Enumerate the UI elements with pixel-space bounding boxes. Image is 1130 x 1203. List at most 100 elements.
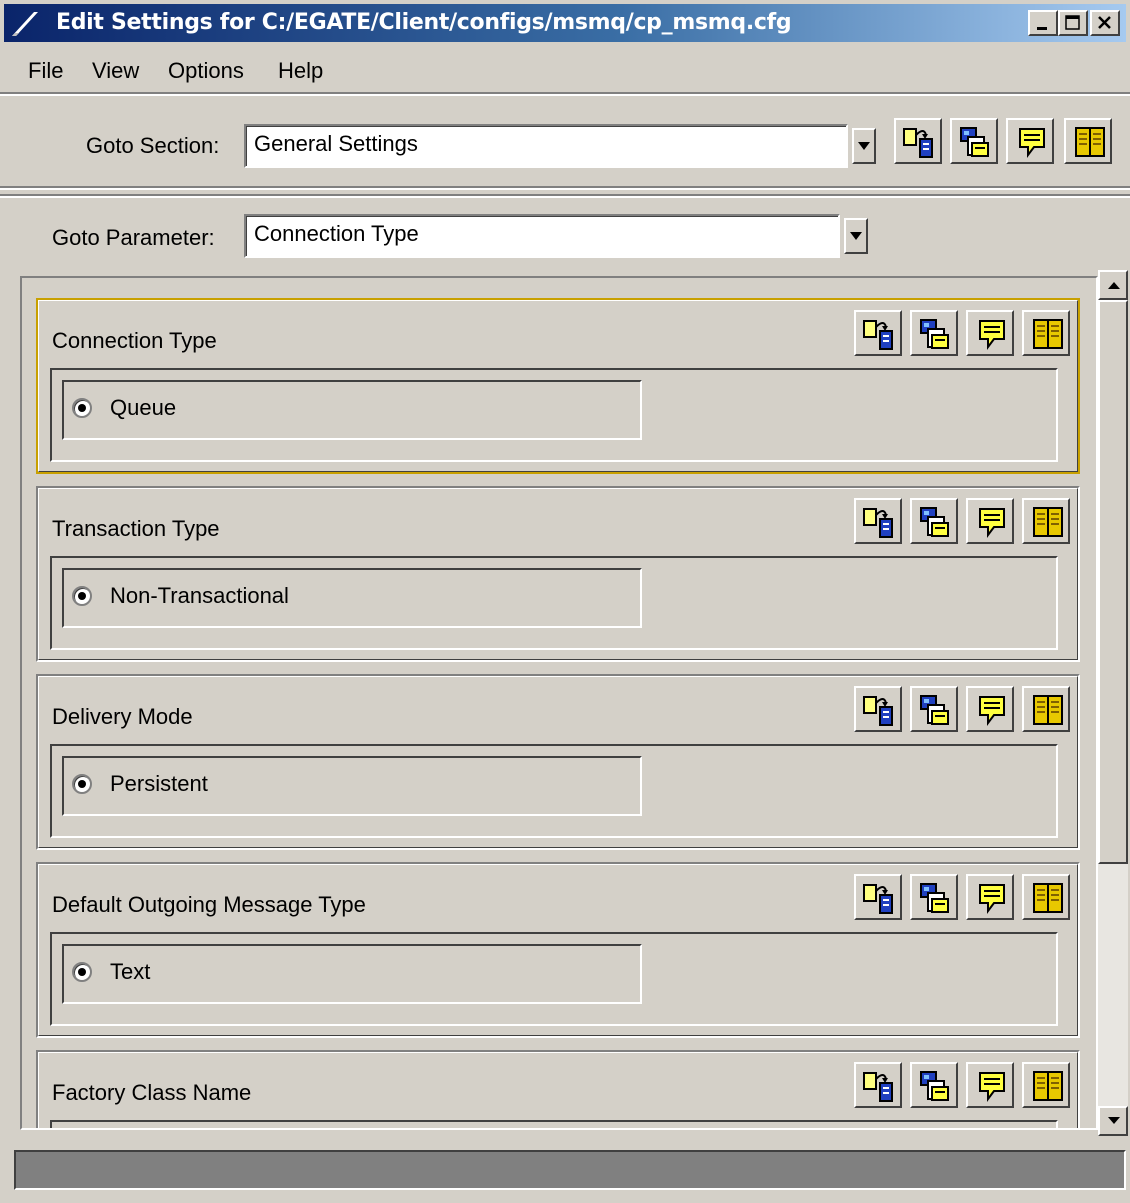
parameter-toolbar — [854, 874, 1070, 926]
close-icon — [1098, 16, 1111, 29]
maximize-icon — [1065, 15, 1080, 30]
help-book-icon — [1033, 319, 1063, 349]
menu-view[interactable]: View — [92, 58, 139, 84]
copy-default-icon — [863, 508, 893, 538]
maximize-button[interactable] — [1058, 10, 1088, 36]
help-book-icon — [1033, 695, 1063, 725]
close-button[interactable] — [1090, 10, 1120, 36]
copy-paste-button[interactable] — [910, 874, 958, 920]
goto-parameter-combo[interactable]: Connection Type — [244, 214, 840, 258]
menu-separator — [0, 92, 1130, 96]
radio-button[interactable] — [72, 398, 92, 418]
parameter-toolbar — [854, 686, 1070, 738]
copy-paste-button[interactable] — [910, 686, 958, 732]
radio-button[interactable] — [72, 586, 92, 606]
copy-default-button[interactable] — [854, 1062, 902, 1108]
menu-bar: File View Options Help — [4, 44, 1126, 90]
radio-option-label[interactable]: Queue — [110, 395, 176, 421]
toolbar-separator — [0, 186, 1130, 190]
comment-button[interactable] — [966, 686, 1014, 732]
goto-section-dropdown-button[interactable] — [852, 128, 876, 164]
radio-option-label[interactable]: Persistent — [110, 771, 208, 797]
parameter-value-group: Queue — [62, 380, 642, 440]
comment-icon — [979, 696, 1005, 726]
copy-default-icon — [863, 320, 893, 350]
help-button[interactable] — [1022, 874, 1070, 920]
radio-button[interactable] — [72, 962, 92, 982]
arrow-up-icon — [1108, 282, 1120, 289]
comment-icon — [979, 884, 1005, 914]
help-button[interactable] — [1022, 310, 1070, 356]
section-copy-paste-button[interactable] — [950, 118, 998, 164]
copy-default-icon — [863, 696, 893, 726]
parameter-title: Delivery Mode — [52, 704, 193, 729]
copy-default-button[interactable] — [854, 874, 902, 920]
copy-paste-icon — [920, 319, 949, 349]
parameter-title: Connection Type — [52, 328, 217, 353]
menu-help[interactable]: Help — [278, 58, 323, 84]
comment-button[interactable] — [966, 498, 1014, 544]
parameters-scroll-area[interactable]: Connection Type Queue Transaction Type Non-… — [20, 276, 1098, 1130]
parameter-body — [50, 1120, 1058, 1128]
copy-default-button[interactable] — [854, 498, 902, 544]
arrow-down-icon — [1108, 1117, 1120, 1124]
comment-icon — [979, 508, 1005, 538]
parameter-toolbar — [854, 498, 1070, 550]
parameter-panel: Transaction Type Non-Transactional — [36, 486, 1080, 662]
parameter-value-group: Text — [62, 944, 642, 1004]
help-button[interactable] — [1022, 498, 1070, 544]
radio-option-label[interactable]: Text — [110, 959, 150, 985]
radio-option-label[interactable]: Non-Transactional — [110, 583, 289, 609]
copy-default-icon — [863, 1072, 893, 1102]
radio-button[interactable] — [72, 774, 92, 794]
copy-default-button[interactable] — [854, 686, 902, 732]
parameter-body: Non-Transactional — [50, 556, 1058, 650]
comment-button[interactable] — [966, 874, 1014, 920]
vertical-scrollbar[interactable] — [1098, 270, 1128, 1136]
app-pen-icon — [12, 12, 38, 36]
menu-options[interactable]: Options — [168, 58, 244, 84]
goto-section-combo[interactable]: General Settings — [244, 124, 848, 168]
parameter-panel: Connection Type Queue — [36, 298, 1080, 474]
scroll-up-button[interactable] — [1098, 270, 1128, 300]
goto-parameter-label: Goto Parameter: — [52, 225, 215, 250]
copy-paste-button[interactable] — [910, 498, 958, 544]
copy-default-button[interactable] — [854, 310, 902, 356]
copy-default-icon — [863, 884, 893, 914]
copy-paste-icon — [920, 695, 949, 725]
title-bar[interactable]: Edit Settings for C:/EGATE/Client/config… — [4, 4, 1126, 42]
parameter-value-group: Persistent — [62, 756, 642, 816]
help-book-icon — [1033, 1071, 1063, 1101]
help-button[interactable] — [1022, 686, 1070, 732]
help-button[interactable] — [1022, 1062, 1070, 1108]
menu-file[interactable]: File — [28, 58, 63, 84]
comment-button[interactable] — [966, 1062, 1014, 1108]
scrollbar-thumb[interactable] — [1098, 300, 1128, 864]
radio-selected-dot — [78, 780, 86, 788]
copy-paste-icon — [920, 507, 949, 537]
copy-default-icon — [903, 128, 933, 158]
dropdown-arrow-icon — [858, 142, 870, 150]
comment-icon — [1019, 128, 1045, 158]
minimize-button[interactable] — [1028, 10, 1058, 36]
comment-icon — [979, 1072, 1005, 1102]
status-bar — [14, 1150, 1126, 1190]
section-copy-default-button[interactable] — [894, 118, 942, 164]
copy-paste-button[interactable] — [910, 310, 958, 356]
parameter-value-group: Non-Transactional — [62, 568, 642, 628]
help-book-icon — [1033, 883, 1063, 913]
radio-selected-dot — [78, 968, 86, 976]
parameter-title: Transaction Type — [52, 516, 220, 541]
copy-paste-button[interactable] — [910, 1062, 958, 1108]
parameter-body: Persistent — [50, 744, 1058, 838]
goto-parameter-dropdown-button[interactable] — [844, 218, 868, 254]
comment-button[interactable] — [966, 310, 1014, 356]
copy-paste-icon — [920, 1071, 949, 1101]
scroll-down-button[interactable] — [1098, 1106, 1128, 1136]
goto-section-value: General Settings — [254, 131, 418, 156]
help-book-icon — [1033, 507, 1063, 537]
copy-paste-icon — [960, 127, 989, 157]
section-help-button[interactable] — [1064, 118, 1112, 164]
section-comment-button[interactable] — [1006, 118, 1054, 164]
parameter-body: Text — [50, 932, 1058, 1026]
